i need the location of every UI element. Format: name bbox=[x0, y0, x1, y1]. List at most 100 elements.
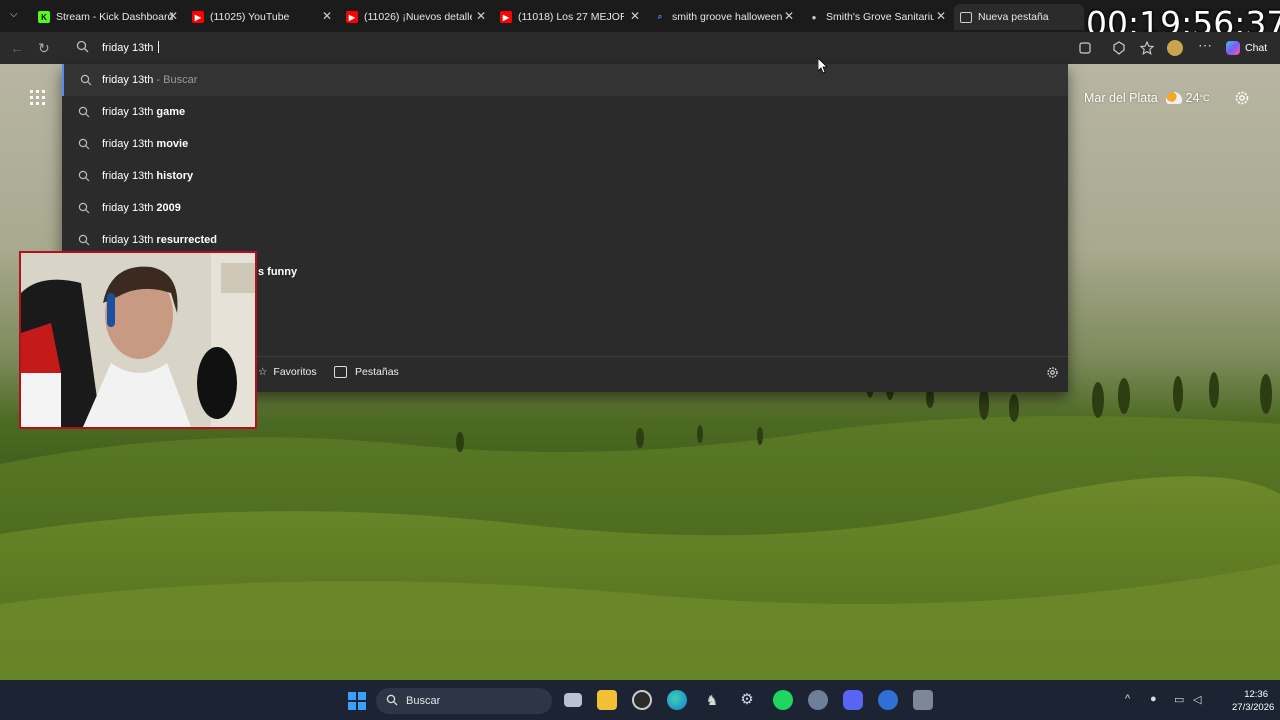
qbittorrent-icon[interactable] bbox=[878, 690, 898, 710]
suggestion-item[interactable]: friday 13th movie bbox=[62, 128, 1068, 160]
address-input[interactable]: friday 13th bbox=[102, 41, 160, 54]
close-icon[interactable]: ✕ bbox=[168, 9, 178, 23]
suggestion-item[interactable]: friday 13th - Buscar bbox=[62, 64, 1068, 96]
close-icon[interactable]: ✕ bbox=[784, 9, 794, 23]
tab-title: Stream - Kick Dashboard bbox=[56, 11, 174, 23]
suggestion-completion: history bbox=[156, 170, 194, 182]
tab-title: smith groove halloween bbox=[672, 11, 782, 23]
suggestion-completion: 2009 bbox=[156, 202, 181, 214]
star-icon: ☆ bbox=[258, 366, 268, 378]
search-icon bbox=[78, 138, 90, 153]
close-icon[interactable]: ✕ bbox=[630, 9, 640, 23]
suggestion-completion: resurrected bbox=[156, 234, 217, 246]
search-icon bbox=[78, 202, 90, 217]
suggestion-prefix: friday 13th bbox=[102, 138, 157, 150]
suggestion-completion: movie bbox=[156, 138, 189, 150]
edge-browser-icon[interactable] bbox=[667, 690, 687, 710]
search-icon: ⌕ bbox=[657, 12, 663, 21]
suggestion-item[interactable]: friday 13th game bbox=[62, 96, 1068, 128]
close-icon[interactable]: ✕ bbox=[936, 9, 946, 23]
settings-gear-icon[interactable] bbox=[1046, 366, 1059, 384]
settings-gear-icon[interactable] bbox=[1234, 90, 1250, 111]
favorites-button[interactable]: ☆ Favoritos bbox=[258, 366, 317, 378]
volume-icon[interactable]: ◁ bbox=[1193, 693, 1201, 706]
discord-icon[interactable] bbox=[843, 690, 863, 710]
tab-youtube[interactable]: ▶ (11025) YouTube ✕ bbox=[192, 4, 338, 30]
streamer-webcam-image bbox=[21, 253, 255, 427]
youtube-icon: ▶ bbox=[192, 11, 204, 23]
favorites-label: Favoritos bbox=[273, 366, 317, 378]
apps-grid-icon[interactable] bbox=[30, 90, 46, 111]
tab-search-smith-groove[interactable]: ⌕ smith groove halloween ✕ bbox=[654, 4, 800, 30]
windows-start-icon[interactable] bbox=[348, 692, 366, 715]
tab-title: (11026) ¡Nuevos detalles bbox=[364, 11, 472, 23]
youtube-icon: ▶ bbox=[346, 11, 358, 23]
microphone-icon[interactable]: ● bbox=[1150, 693, 1157, 705]
tab-kick-dashboard[interactable]: K Stream - Kick Dashboard ✕ bbox=[38, 4, 184, 30]
close-icon[interactable]: ✕ bbox=[476, 9, 486, 23]
settings-app-icon[interactable] bbox=[808, 690, 828, 710]
suggestion-item[interactable]: friday 13th 2009 bbox=[62, 192, 1068, 224]
copilot-chat-button[interactable]: Chat bbox=[1226, 41, 1267, 55]
browser-essentials-icon[interactable] bbox=[1112, 41, 1126, 55]
tab-actions-chevron-icon[interactable]: ⌵ bbox=[10, 9, 18, 20]
suggestion-completion: game bbox=[156, 106, 186, 118]
search-icon bbox=[386, 694, 398, 709]
chat-label: Chat bbox=[1245, 42, 1268, 54]
file-explorer-icon[interactable] bbox=[597, 690, 617, 710]
chevron-up-icon[interactable]: ^ bbox=[1125, 693, 1130, 705]
profile-avatar[interactable] bbox=[1167, 40, 1183, 56]
suggestion-prefix: friday 13th bbox=[102, 106, 157, 118]
tab-smiths-grove[interactable]: ● Smith's Grove Sanitarium ✕ bbox=[808, 4, 952, 30]
clock-time: 12:36 bbox=[1244, 689, 1268, 700]
address-bar[interactable]: friday 13th bbox=[62, 34, 1068, 62]
game-app-icon[interactable]: ♞ bbox=[702, 690, 722, 710]
tab-title: (11025) YouTube bbox=[210, 11, 290, 23]
partly-cloudy-icon bbox=[1165, 92, 1182, 104]
favorites-star-icon[interactable] bbox=[1139, 40, 1155, 55]
tab-youtube-nuevos[interactable]: ▶ (11026) ¡Nuevos detalles ✕ bbox=[346, 4, 492, 30]
search-icon bbox=[78, 170, 90, 185]
weather-city: Mar del Plata bbox=[1084, 91, 1158, 105]
taskbar-search[interactable]: Buscar bbox=[376, 688, 552, 714]
more-options-icon[interactable]: ⋯ bbox=[1198, 37, 1212, 53]
spotify-icon[interactable] bbox=[773, 690, 793, 710]
weather-widget[interactable]: Mar del Plata 24 °C bbox=[1084, 91, 1210, 105]
suggestion-hint: - Buscar bbox=[153, 74, 198, 86]
network-icon[interactable]: ▭ bbox=[1174, 693, 1184, 706]
suggestion-prefix: friday 13th bbox=[102, 202, 157, 214]
extensions-icon[interactable] bbox=[1078, 41, 1092, 55]
taskbar-clock[interactable]: 12:36 27/3/2026 bbox=[1232, 688, 1275, 714]
suggestion-text: friday 13th bbox=[102, 74, 154, 86]
suggestion-item[interactable]: friday 13th history bbox=[62, 160, 1068, 192]
search-icon bbox=[78, 106, 90, 121]
search-icon bbox=[78, 234, 90, 249]
copilot-icon bbox=[1226, 41, 1240, 55]
mouse-cursor-icon bbox=[817, 57, 828, 79]
search-icon bbox=[76, 40, 89, 58]
tab-title: (11018) Los 27 MEJORES bbox=[518, 11, 624, 23]
suggestion-prefix: friday 13th bbox=[102, 234, 157, 246]
suggestion-prefix: friday 13th bbox=[102, 170, 157, 182]
app-icon[interactable] bbox=[913, 690, 933, 710]
tab-title: Nueva pestaña bbox=[978, 11, 1049, 23]
weather-temperature: 24 bbox=[1185, 91, 1200, 105]
map-pin-icon: ● bbox=[811, 12, 817, 22]
webcam-overlay bbox=[19, 251, 257, 429]
youtube-icon: ▶ bbox=[500, 11, 512, 23]
new-tab-icon bbox=[960, 11, 972, 23]
obs-icon[interactable] bbox=[632, 690, 652, 710]
tabs-icon bbox=[334, 366, 347, 378]
back-arrow-icon[interactable]: ← bbox=[10, 40, 24, 56]
tab-youtube-mejores[interactable]: ▶ (11018) Los 27 MEJORES ✕ bbox=[500, 4, 646, 30]
tab-title: Smith's Grove Sanitarium bbox=[826, 11, 934, 23]
clock-date: 27/3/2026 bbox=[1232, 702, 1275, 713]
refresh-icon[interactable]: ↻ bbox=[38, 40, 50, 57]
steam-icon[interactable]: ⚙ bbox=[737, 690, 757, 710]
task-view-icon[interactable] bbox=[564, 693, 582, 707]
tabs-button[interactable]: Pestañas bbox=[334, 366, 399, 378]
taskbar-search-placeholder: Buscar bbox=[406, 695, 441, 707]
tab-new-tab[interactable]: Nueva pestaña bbox=[954, 4, 1084, 30]
close-icon[interactable]: ✕ bbox=[322, 9, 332, 23]
address-input-value: friday 13th bbox=[102, 42, 157, 54]
